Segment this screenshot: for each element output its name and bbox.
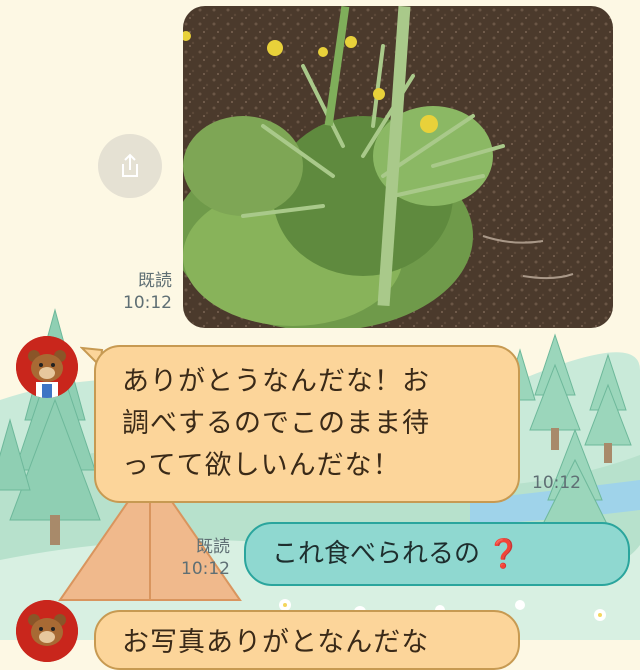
message-line: お写真ありがとなんだな bbox=[122, 627, 430, 658]
message-line: 調べするのでこのまま待 bbox=[122, 408, 430, 439]
incoming-message-bubble[interactable]: お写真ありがとなんだな bbox=[94, 610, 520, 670]
avatar[interactable] bbox=[16, 600, 78, 662]
read-receipt: 既読 bbox=[138, 271, 172, 291]
message-time: 10:12 bbox=[181, 559, 230, 579]
message-line: ってて欲しいんだな！ bbox=[122, 450, 401, 481]
share-icon bbox=[122, 153, 138, 177]
photo-message-meta: 既読 10:12 bbox=[110, 270, 172, 314]
bear-avatar-icon bbox=[16, 600, 78, 662]
bear-avatar-icon bbox=[16, 336, 78, 398]
message-time: 10:12 bbox=[532, 473, 581, 493]
photo-message-image[interactable] bbox=[183, 6, 613, 328]
read-receipt: 既読 bbox=[196, 537, 230, 557]
outgoing-message-meta: 既読 10:12 bbox=[172, 536, 230, 580]
outgoing-message-bubble[interactable]: これ食べられるの ❓ bbox=[244, 522, 630, 586]
plant-photo bbox=[183, 6, 613, 328]
message-time: 10:12 bbox=[123, 293, 172, 313]
share-button[interactable] bbox=[98, 134, 162, 198]
message-line: ありがとうなんだな！お bbox=[122, 366, 430, 397]
incoming-message-bubble[interactable]: ありがとうなんだな！お 調べするのでこのまま待 ってて欲しいんだな！ bbox=[94, 345, 520, 503]
avatar[interactable] bbox=[16, 336, 78, 398]
message-text: これ食べられるの bbox=[272, 539, 481, 569]
question-mark-icon: ❓ bbox=[486, 537, 521, 570]
